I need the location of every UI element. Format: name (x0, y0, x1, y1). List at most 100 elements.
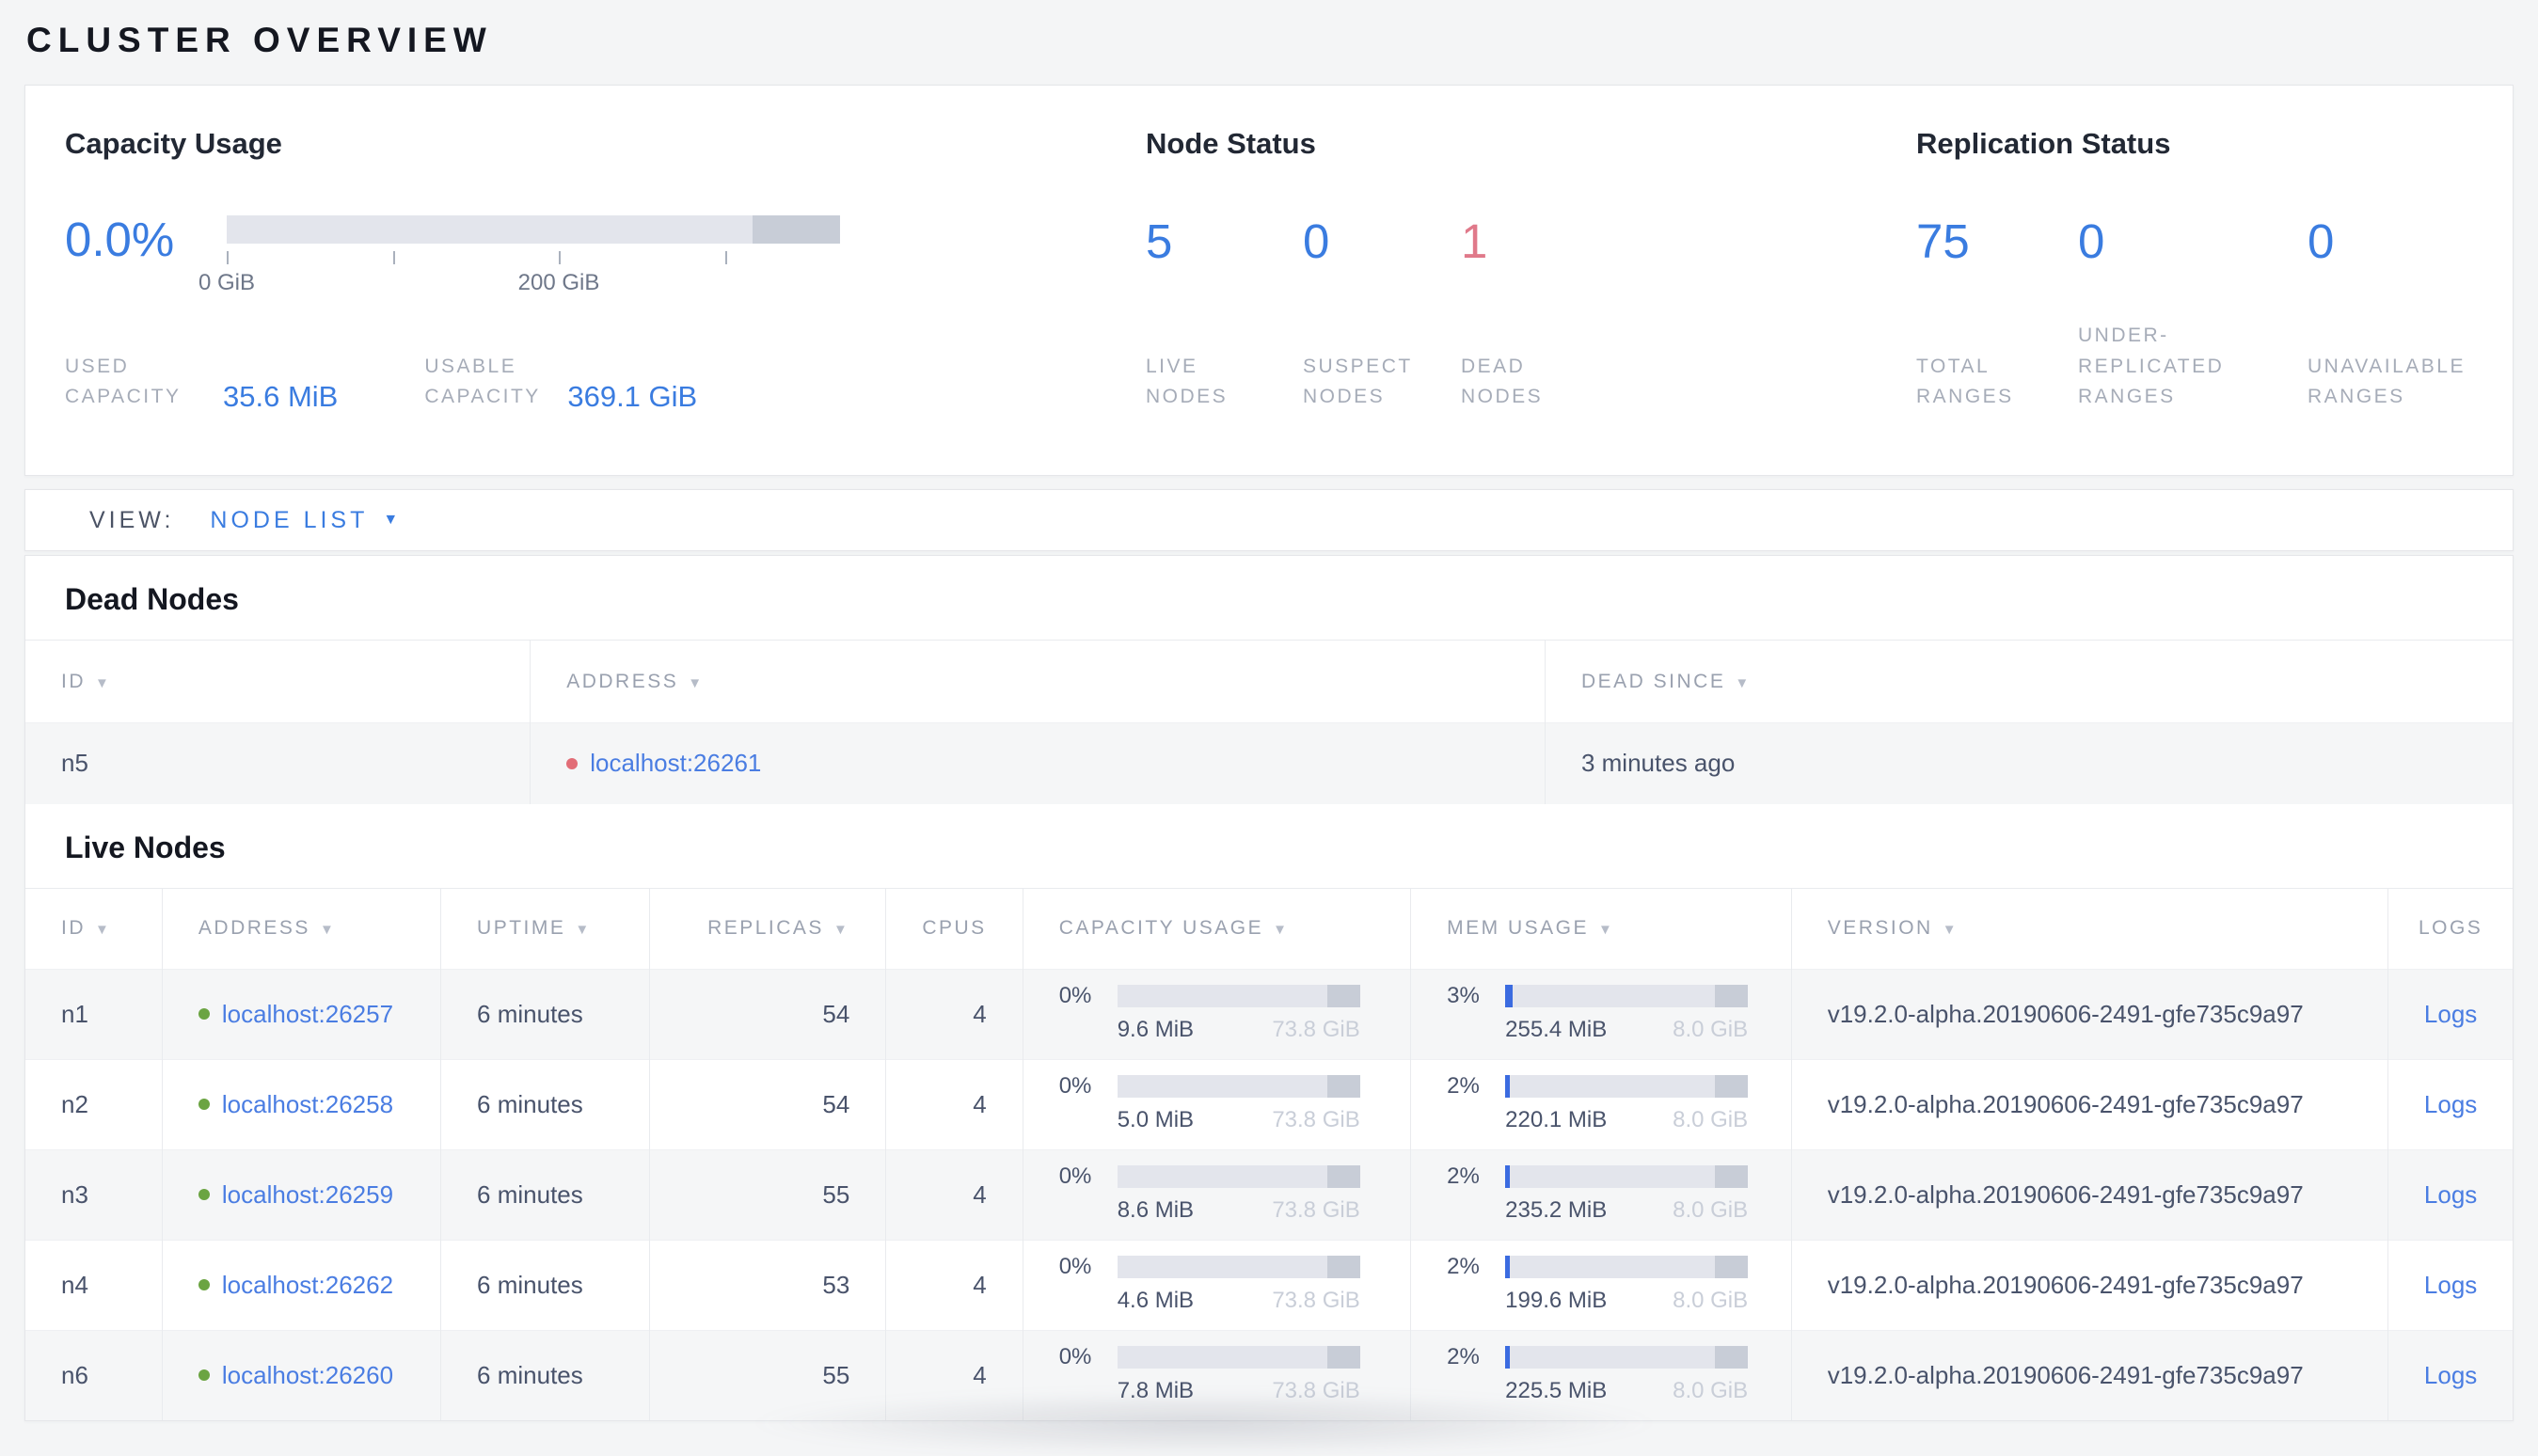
under-replicated-ranges-count: 0 (2078, 214, 2105, 268)
capacity-usage-title: Capacity Usage (65, 127, 282, 160)
live-col-header-id[interactable]: ID ▼ (25, 888, 162, 969)
mem-usage-cell: 2% 225.5 MiB 8.0 GiB (1447, 1344, 1749, 1404)
used-capacity-value: 35.6 MiB (223, 379, 339, 413)
capacity-reserved-segment (1326, 1075, 1360, 1098)
node-address-link[interactable]: localhost:26262 (222, 1271, 393, 1300)
node-status-section: Node Status 5 LIVE NODES 0 SUSPECT NODES… (1146, 127, 1898, 475)
live-status-dot-icon (198, 1008, 210, 1020)
live-nodes-stat: 5 LIVE NODES (1146, 217, 1303, 413)
dead-nodes-heading: Dead Nodes (65, 582, 239, 616)
dead-col-header-dead-since[interactable]: DEAD SINCE ▼ (1544, 640, 2513, 723)
sort-desc-icon: ▼ (1942, 922, 1959, 938)
sort-desc-icon: ▼ (575, 922, 592, 938)
version-cell: v19.2.0-alpha.20190606-2491-gfe735c9a97 (1790, 1330, 2388, 1420)
mem-reserved-segment (1715, 1346, 1749, 1369)
live-status-dot-icon (198, 1279, 210, 1290)
mem-usage-cell: 3% 255.4 MiB 8.0 GiB (1447, 983, 1749, 1042)
page-title: CLUSTER OVERVIEW (26, 21, 493, 59)
dead-since-cell: 3 minutes ago (1544, 722, 2513, 804)
uptime-cell: 6 minutes (440, 1149, 650, 1240)
node-id-cell: n2 (61, 1089, 88, 1118)
mem-fill-bar (1505, 1256, 1511, 1278)
node-address-link[interactable]: localhost:26260 (222, 1361, 393, 1390)
nodes-card: Dead Nodes ID ▼ ADDRESS ▼ DEAD SINCE ▼ n5 l… (24, 555, 2514, 1421)
uptime-cell: 6 minutes (440, 1240, 650, 1330)
cpus-cell: 4 (885, 1240, 1023, 1330)
replication-status-section: Replication Status 75 TOTAL RANGES 0 UND… (1916, 127, 2484, 475)
uptime-cell: 6 minutes (440, 969, 650, 1059)
live-col-header-mem-usage[interactable]: MEM USAGE ▼ (1410, 888, 1792, 969)
dead-col-header-address[interactable]: ADDRESS ▼ (530, 640, 1546, 723)
node-address-link[interactable]: localhost:26261 (590, 749, 761, 778)
axis-tick (227, 251, 229, 264)
unavailable-ranges-count: 0 (2308, 214, 2335, 268)
sort-desc-icon: ▼ (1273, 922, 1290, 938)
live-col-header-logs: LOGS (2387, 888, 2513, 969)
suspect-nodes-count: 0 (1303, 214, 1330, 268)
live-col-header-capacity-usage[interactable]: CAPACITY USAGE ▼ (1022, 888, 1411, 969)
view-label: VIEW: (89, 506, 175, 533)
sort-desc-icon: ▼ (833, 922, 850, 938)
axis-tick (393, 251, 395, 264)
under-replicated-ranges-stat: 0 UNDER-REPLICATED RANGES (2078, 217, 2308, 413)
logs-link[interactable]: Logs (2424, 1361, 2477, 1389)
capacity-usage-cell: 0% 5.0 MiB 73.8 GiB (1058, 1073, 1360, 1132)
node-address-link[interactable]: localhost:26259 (222, 1180, 393, 1210)
replication-status-title: Replication Status (1916, 127, 2171, 160)
replicas-cell: 55 (649, 1330, 886, 1420)
total-ranges-stat: 75 TOTAL RANGES (1916, 217, 2078, 413)
view-mode-dropdown[interactable]: NODE LIST ▼ (210, 507, 398, 534)
live-col-header-address[interactable]: ADDRESS ▼ (161, 888, 441, 969)
node-id-cell: n1 (61, 999, 88, 1028)
version-cell: v19.2.0-alpha.20190606-2491-gfe735c9a97 (1790, 1059, 2388, 1149)
live-col-header-replicas[interactable]: REPLICAS ▼ (649, 888, 886, 969)
mem-usage-cell: 2% 199.6 MiB 8.0 GiB (1447, 1254, 1749, 1313)
live-col-header-version[interactable]: VERSION ▼ (1790, 888, 2388, 969)
mem-fill-bar (1505, 1075, 1511, 1098)
replicas-cell: 55 (649, 1149, 886, 1240)
logs-link[interactable]: Logs (2424, 1090, 2477, 1118)
logs-link[interactable]: Logs (2424, 1000, 2477, 1028)
sort-desc-icon: ▼ (95, 674, 112, 691)
mem-fill-bar (1505, 1165, 1511, 1188)
view-mode-selected-value: NODE LIST (210, 506, 369, 533)
under-replicated-ranges-label: UNDER-REPLICATED RANGES (2078, 324, 2225, 408)
capacity-reserved-segment (1326, 1165, 1360, 1188)
dead-col-header-id[interactable]: ID ▼ (25, 641, 531, 723)
node-address-link[interactable]: localhost:26257 (222, 1000, 393, 1029)
live-col-header-uptime[interactable]: UPTIME ▼ (440, 888, 650, 969)
total-ranges-count: 75 (1916, 214, 1970, 268)
live-nodes-label: LIVE NODES (1146, 355, 1229, 408)
version-cell: v19.2.0-alpha.20190606-2491-gfe735c9a97 (1790, 1240, 2388, 1330)
node-id-cell: n3 (61, 1179, 88, 1209)
chevron-down-icon: ▼ (383, 512, 399, 528)
dead-nodes-stat: 1 DEAD NODES (1461, 217, 1574, 413)
node-address-link[interactable]: localhost:26258 (222, 1090, 393, 1119)
cluster-summary-card: Capacity Usage 0.0% 0 GiB 200 GiB USED C… (24, 85, 2514, 476)
capacity-usage-cell: 0% 8.6 MiB 73.8 GiB (1058, 1163, 1360, 1223)
mem-fill-bar (1505, 1346, 1511, 1369)
uptime-cell: 6 minutes (440, 1330, 650, 1420)
sort-desc-icon: ▼ (1598, 922, 1615, 938)
live-status-dot-icon (198, 1099, 210, 1110)
suspect-nodes-label: SUSPECT NODES (1303, 355, 1413, 408)
table-row: n6 localhost:26260 6 minutes 55 4 0% 7.8… (25, 1330, 2513, 1420)
axis-label-mid: 200 GiB (517, 270, 600, 295)
table-row: n5 localhost:26261 3 minutes ago (25, 722, 2513, 804)
capacity-bar-reserved-segment (752, 215, 840, 244)
mem-reserved-segment (1715, 985, 1749, 1007)
sort-desc-icon: ▼ (95, 922, 112, 938)
mem-usage-cell: 2% 235.2 MiB 8.0 GiB (1447, 1163, 1749, 1223)
sort-desc-icon: ▼ (319, 922, 337, 938)
live-nodes-heading: Live Nodes (65, 830, 226, 864)
mem-usage-cell: 2% 220.1 MiB 8.0 GiB (1447, 1073, 1749, 1132)
capacity-usage-section: Capacity Usage 0.0% 0 GiB 200 GiB USED C… (65, 127, 1109, 475)
mem-reserved-segment (1715, 1075, 1749, 1098)
logs-link[interactable]: Logs (2424, 1180, 2477, 1209)
sort-desc-icon: ▼ (1735, 674, 1752, 691)
capacity-usage-bar: 0 GiB 200 GiB (198, 215, 840, 298)
replicas-cell: 54 (649, 1059, 886, 1149)
live-col-header-cpus[interactable]: CPUS (885, 888, 1023, 969)
cpus-cell: 4 (885, 1059, 1023, 1149)
logs-link[interactable]: Logs (2424, 1271, 2477, 1299)
